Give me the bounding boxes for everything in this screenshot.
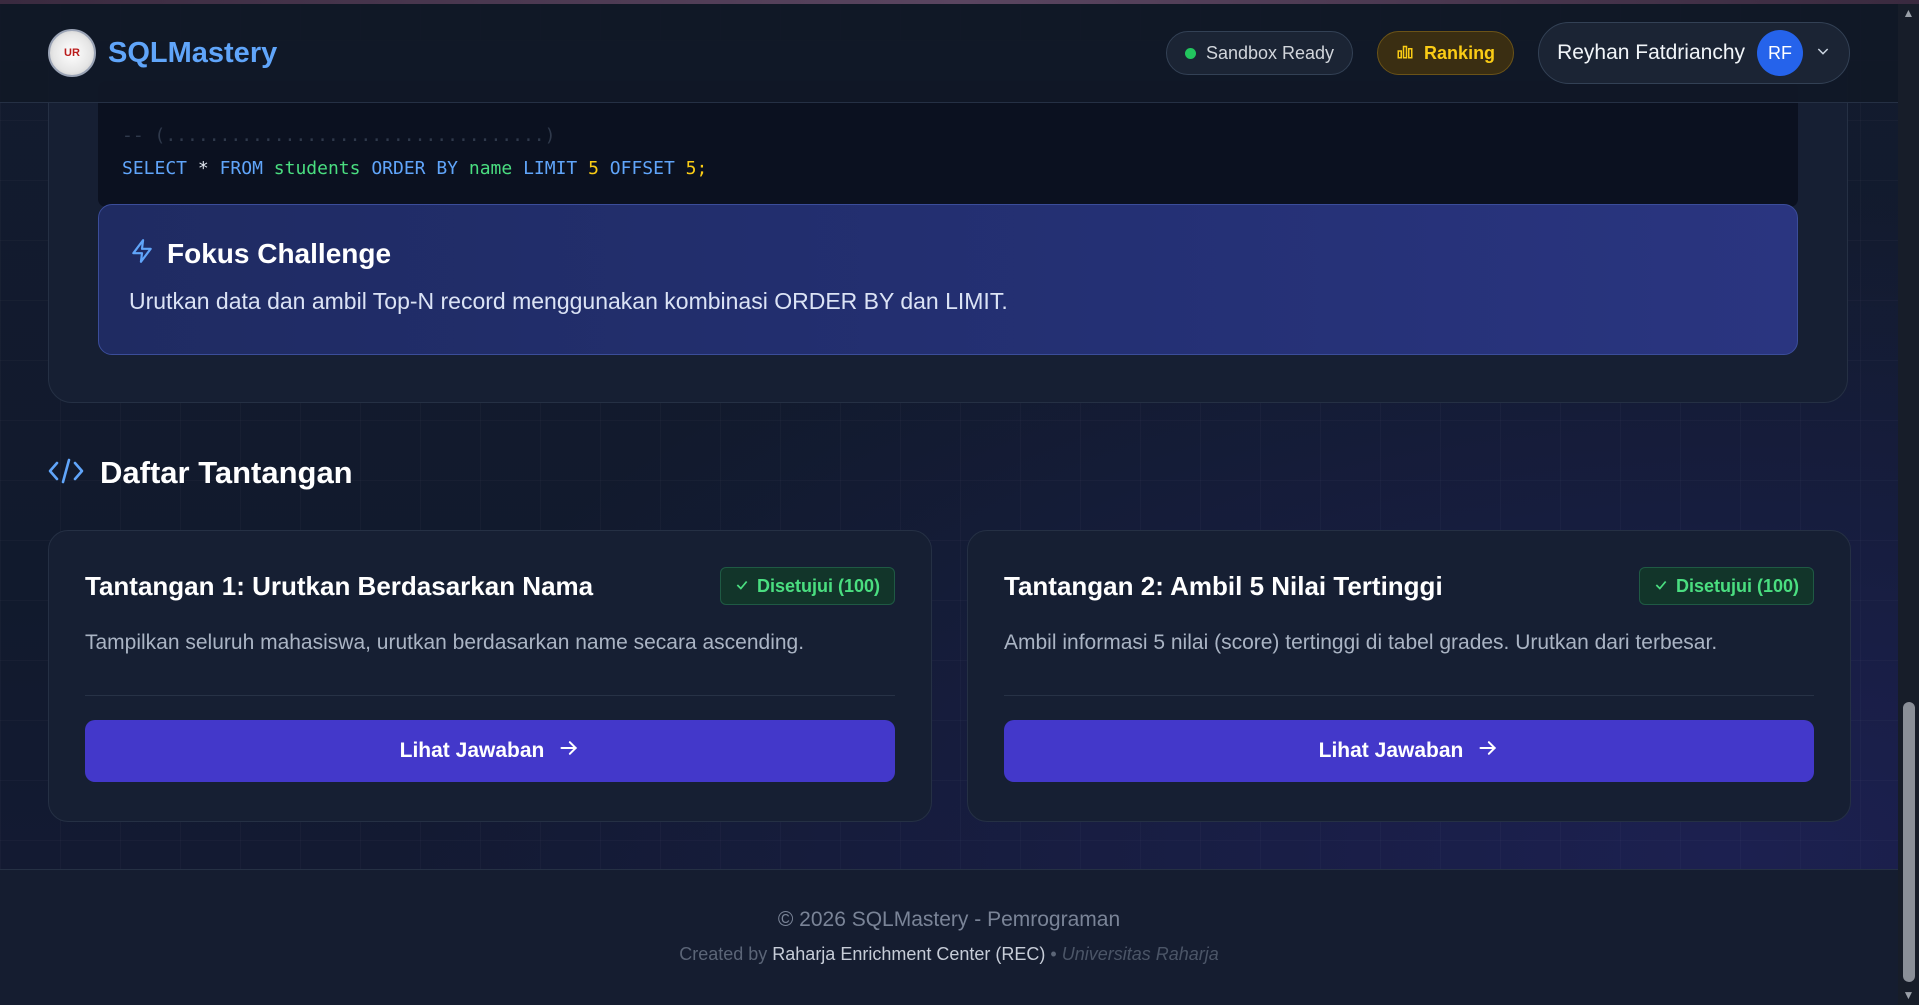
status-badge-label: Disetujui (100): [1675, 575, 1799, 596]
challenge-description: Tampilkan seluruh mahasiswa, urutkan ber…: [85, 631, 895, 696]
challenge-title: Tantangan 2: Ambil 5 Nilai Tertinggi: [1004, 570, 1443, 601]
challenge-description: Ambil informasi 5 nilai (score) tertingg…: [1004, 631, 1814, 696]
scrollbar-thumb[interactable]: [1903, 702, 1915, 982]
user-menu[interactable]: Reyhan Fatdrianchy RF: [1538, 22, 1850, 84]
view-answer-button[interactable]: Lihat Jawaban: [85, 720, 895, 782]
view-answer-label: Lihat Jawaban: [1318, 739, 1464, 762]
created-by-label: Created by: [679, 944, 768, 964]
scroll-down-icon[interactable]: ▼: [1902, 988, 1915, 1002]
status-badge-label: Disetujui (100): [756, 575, 880, 596]
challenge-card: Tantangan 2: Ambil 5 Nilai Tertinggi Dis…: [967, 530, 1851, 822]
lightning-icon: [129, 237, 155, 270]
challenge-card: Tantangan 1: Urutkan Berdasarkan Nama Di…: [48, 530, 932, 822]
status-badge: Disetujui (100): [1638, 567, 1814, 605]
status-dot-icon: [1184, 47, 1196, 59]
status-badge: Disetujui (100): [719, 567, 895, 605]
arrow-right-icon: [558, 738, 580, 764]
code-faded-line: -- (...................................): [122, 125, 556, 146]
focus-challenge-box: Fokus Challenge Urutkan data dan ambil T…: [98, 204, 1798, 355]
challenge-title: Tantangan 1: Urutkan Berdasarkan Nama: [85, 570, 594, 601]
code-line: SELECT * FROM students ORDER BY name LIM…: [122, 158, 708, 179]
top-navbar: UR SQLMastery Sandbox Ready Ranking Reyh…: [0, 4, 1898, 103]
university-name: Universitas Raharja: [1061, 944, 1219, 964]
footer: © 2026 SQLMastery - Pemrograman Created …: [0, 869, 1898, 1005]
check-icon: [735, 576, 749, 597]
credit-line: Created by Raharja Enrichment Center (RE…: [0, 944, 1898, 965]
copyright: © 2026 SQLMastery - Pemrograman: [777, 908, 1121, 931]
chevron-down-icon[interactable]: [1815, 43, 1831, 64]
avatar: RF: [1757, 30, 1803, 76]
separator: •: [1050, 944, 1057, 964]
vertical-scrollbar[interactable]: ▲ ▼: [1898, 4, 1919, 1005]
focus-description: Urutkan data dan ambil Top-N record meng…: [129, 288, 1008, 314]
check-icon: [1654, 576, 1668, 597]
view-answer-label: Lihat Jawaban: [399, 739, 545, 762]
bar-chart-icon: [1396, 42, 1414, 65]
code-icon: [48, 456, 84, 491]
org-link[interactable]: Raharja Enrichment Center (REC): [772, 944, 1045, 964]
scroll-up-icon[interactable]: ▲: [1902, 6, 1915, 20]
sandbox-status-pill: Sandbox Ready: [1165, 31, 1354, 75]
section-header: Daftar Tantangan: [48, 455, 353, 491]
ranking-label: Ranking: [1424, 42, 1496, 63]
sandbox-status-label: Sandbox Ready: [1205, 42, 1335, 63]
view-answer-button[interactable]: Lihat Jawaban: [1004, 720, 1814, 782]
focus-title: Fokus Challenge: [167, 237, 392, 269]
section-title: Daftar Tantangan: [100, 455, 353, 490]
ranking-button[interactable]: Ranking: [1377, 31, 1515, 75]
user-name: Reyhan Fatdrianchy: [1557, 41, 1745, 64]
brand[interactable]: UR SQLMastery: [48, 29, 277, 77]
arrow-right-icon: [1477, 738, 1499, 764]
university-logo: UR: [48, 29, 96, 77]
page: -- (...................................)…: [0, 0, 1919, 1005]
brand-name: SQLMastery: [108, 36, 278, 69]
